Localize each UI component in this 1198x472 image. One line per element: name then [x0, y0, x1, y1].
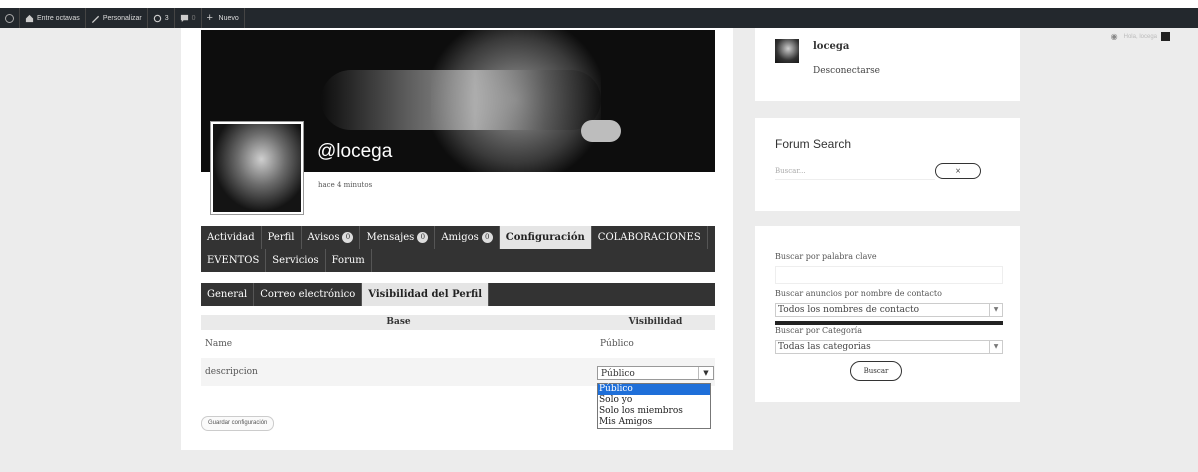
- tab-label: Servicios: [272, 255, 319, 266]
- forum-search-widget: Forum Search Buscar... ×: [755, 118, 1020, 211]
- visibility-select-value: Público: [601, 369, 635, 379]
- tab-avisos[interactable]: Avisos 0: [302, 226, 361, 249]
- chevron-down-icon: ▼: [989, 341, 1002, 353]
- logout-link[interactable]: Desconectarse: [813, 66, 880, 76]
- cover-hand: [581, 120, 621, 142]
- tab-perfil[interactable]: Perfil: [262, 226, 302, 249]
- tab-visibilidad-del-perfil[interactable]: Visibilidad del Perfil: [362, 283, 490, 306]
- field-name: Name: [205, 339, 233, 349]
- visibility-select[interactable]: Público ▼: [597, 366, 714, 380]
- profile-nav: Actividad Perfil Avisos 0 Mensajes 0 Amigos 0 Co…: [201, 226, 715, 272]
- save-settings-button[interactable]: Guardar configuración: [201, 416, 275, 431]
- dropdown-option[interactable]: Mis Amigos: [598, 417, 710, 428]
- category-label: Buscar por Categoría: [775, 326, 862, 335]
- browser-top-strip: [0, 0, 1198, 8]
- user-widget: locega Desconectarse: [755, 28, 1020, 101]
- widget-username[interactable]: locega: [813, 41, 849, 52]
- wordpress-logo-button[interactable]: [0, 8, 20, 28]
- divider-bar: [775, 321, 1003, 325]
- tab-amigos[interactable]: Amigos 0: [435, 226, 500, 249]
- tab-correo-electrónico[interactable]: Correo electrónico: [254, 283, 363, 306]
- tab-label: EVENTOS: [207, 255, 260, 266]
- tab-colaboraciones[interactable]: COLABORACIONES: [592, 226, 708, 249]
- comments-link[interactable]: 0: [175, 8, 202, 28]
- table-header: Base Visibilidad: [201, 315, 715, 330]
- count-badge: 0: [342, 232, 354, 243]
- tab-label: Perfil: [267, 232, 295, 243]
- new-label: Nuevo: [218, 14, 239, 22]
- settings-subnav: General Correo electrónico Visibilidad del…: [201, 283, 715, 306]
- tab-label: Configuración: [505, 232, 585, 243]
- tab-label: Forum: [331, 255, 365, 266]
- tab-label: Avisos: [307, 232, 340, 243]
- dropdown-option[interactable]: Solo yo: [598, 395, 710, 406]
- plus-icon: +: [206, 11, 213, 24]
- chevron-down-icon: ▼: [698, 367, 713, 379]
- forum-search-button[interactable]: ×: [935, 163, 981, 179]
- last-activity: hace 4 minutos: [318, 181, 373, 189]
- wordpress-icon: [5, 13, 14, 23]
- refresh-icon: [153, 14, 162, 23]
- updates-count: 3: [164, 14, 169, 22]
- customize-label: Personalizar: [102, 14, 142, 22]
- comments-count: 0: [191, 14, 196, 22]
- tab-label: Mensajes: [366, 232, 415, 243]
- contact-label: Buscar anuncios por nombre de contacto: [775, 289, 942, 298]
- profile-nav-row-1: Actividad Perfil Avisos 0 Mensajes 0 Amigos 0 Co…: [201, 226, 715, 249]
- col-visibility: Visibilidad: [628, 317, 683, 327]
- forum-search-input[interactable]: Buscar...: [775, 163, 935, 180]
- category-select[interactable]: Todas las categorias ▼: [775, 340, 1003, 354]
- tab-configuración[interactable]: Configuración: [499, 226, 592, 249]
- contact-select-value: Todos los nombres de contacto: [778, 305, 920, 315]
- tab-label: Amigos: [441, 232, 479, 243]
- updates-link[interactable]: 3: [148, 8, 175, 28]
- site-name-link[interactable]: Entre octavas: [20, 8, 86, 28]
- account-avatar: [1161, 32, 1170, 41]
- table-row: Name Público: [201, 330, 715, 358]
- tab-label: Actividad: [207, 232, 255, 243]
- dropdown-option[interactable]: Público: [598, 384, 710, 395]
- site-name-label: Entre octavas: [37, 14, 80, 22]
- user-avatar[interactable]: [775, 39, 799, 63]
- home-icon: [25, 14, 34, 23]
- forum-search-title: Forum Search: [775, 137, 852, 151]
- account-dot-icon: ◉: [1110, 32, 1118, 41]
- tab-actividad[interactable]: Actividad: [201, 226, 262, 249]
- tab-label: COLABORACIONES: [597, 232, 701, 243]
- chevron-down-icon: ▼: [989, 304, 1002, 316]
- category-select-value: Todas las categorias: [778, 342, 871, 352]
- comment-icon: [180, 14, 189, 23]
- admin-bar: Entre octavas Personalizar 3 0 + Nuevo: [0, 8, 1198, 28]
- classifieds-search-button[interactable]: Buscar: [850, 361, 902, 381]
- field-name: descripcion: [205, 367, 258, 377]
- profile-username: @locega: [317, 141, 393, 162]
- tab-eventos[interactable]: EVENTOS: [201, 249, 267, 272]
- field-visibility: Público: [600, 339, 634, 349]
- new-content-link[interactable]: + Nuevo: [202, 8, 245, 28]
- visibility-dropdown: Público Solo yo Solo los miembros Mis Amigo…: [597, 383, 711, 429]
- profile-avatar[interactable]: [210, 121, 304, 215]
- tab-label: General: [207, 289, 248, 300]
- profile-nav-row-2: EVENTOS Servicios Forum: [201, 249, 715, 272]
- count-badge: 0: [481, 232, 493, 243]
- account-greeting: Hola, locega: [1123, 33, 1157, 40]
- classifieds-search-widget: Buscar por palabra clave Buscar anuncios…: [755, 226, 1020, 402]
- dropdown-option[interactable]: Solo los miembros: [598, 406, 710, 417]
- account-menu[interactable]: ◉ Hola, locega: [1111, 32, 1170, 41]
- contact-select[interactable]: Todos los nombres de contacto ▼: [775, 303, 1003, 317]
- tab-general[interactable]: General: [201, 283, 255, 306]
- col-base: Base: [386, 317, 411, 327]
- count-badge: 0: [417, 232, 429, 243]
- tab-servicios[interactable]: Servicios: [266, 249, 326, 272]
- keyword-input[interactable]: [775, 266, 1003, 284]
- keyword-label: Buscar por palabra clave: [775, 252, 877, 261]
- tab-label: Visibilidad del Perfil: [368, 289, 483, 300]
- cover-figure: [321, 70, 601, 130]
- customize-link[interactable]: Personalizar: [86, 8, 148, 28]
- tab-forum[interactable]: Forum: [326, 249, 372, 272]
- tab-mensajes[interactable]: Mensajes 0: [360, 226, 436, 249]
- brush-icon: [91, 14, 100, 23]
- tab-label: Correo electrónico: [260, 289, 356, 300]
